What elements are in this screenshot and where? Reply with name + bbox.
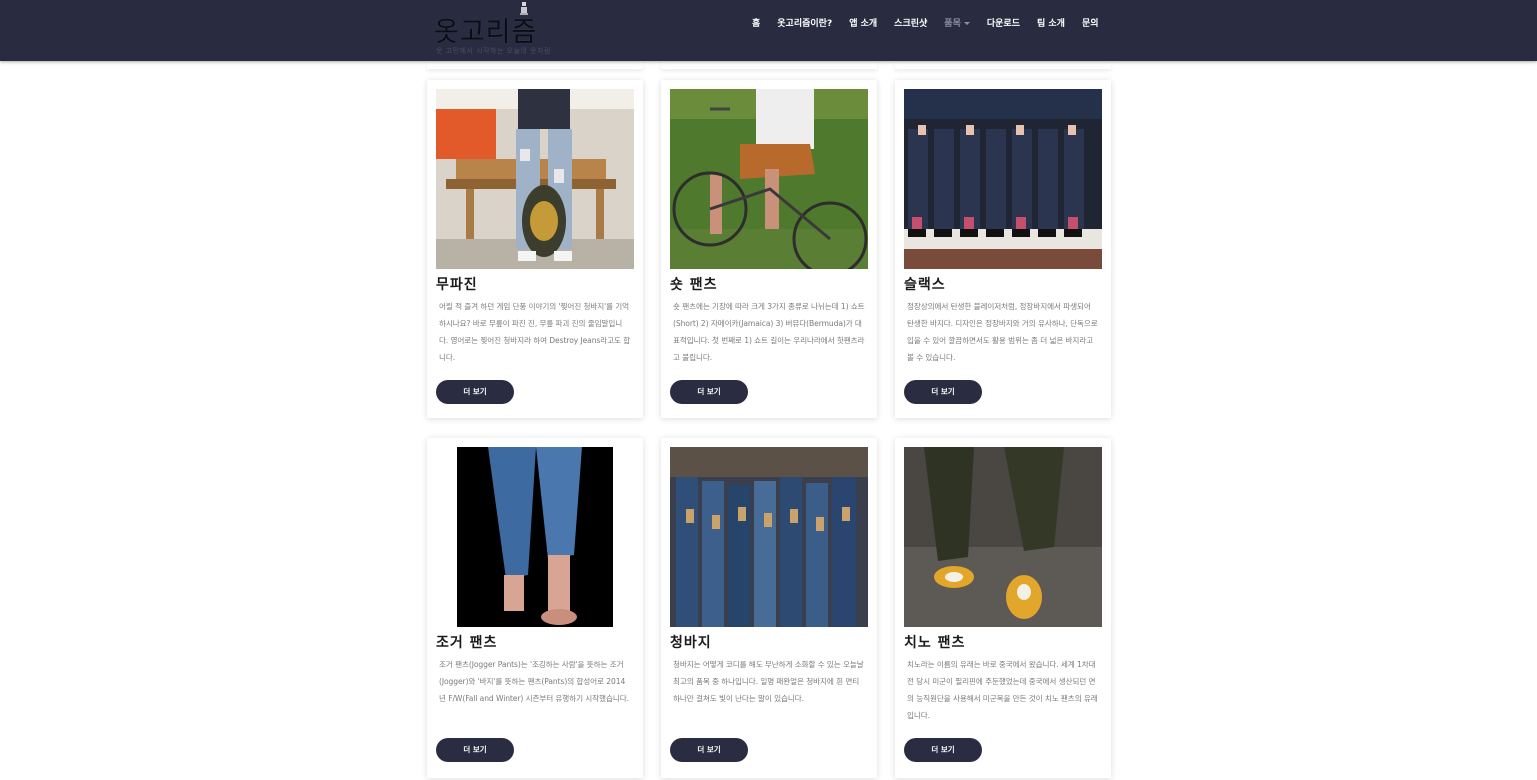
product-card: 조거 팬츠조거 팬츠(Jogger Pants)는 '조깅하는 사람'을 뜻하는… <box>427 438 643 778</box>
product-title: 슬랙스 <box>904 277 946 293</box>
top-navbar: 옷고리즘 옷 고민에서 시작하는 오늘의 옷차림 홈 옷고리즘이란? 앱 소개 스크린… <box>0 0 1537 61</box>
nav-item-label: 옷고리즘이란? <box>777 19 833 29</box>
nav-item[interactable]: 문의 <box>1082 18 1099 30</box>
product-card: 숏 팬츠숏 팬츠에는 기장에 따라 크게 3가지 종류로 나뉘는데 1) 쇼트(… <box>661 80 877 418</box>
product-image <box>436 447 634 627</box>
product-card: 무파진어릴 적 즐겨 하던 게임 단풍 이야기의 '찢어진 청바지'를 기억하시… <box>427 80 643 418</box>
nav-item[interactable]: 품목 <box>944 18 970 30</box>
more-button[interactable]: 더 보기 <box>436 380 514 404</box>
logo-subtitle: 옷 고민에서 시작하는 오늘의 옷차림 <box>436 47 551 55</box>
product-title: 조거 팬츠 <box>436 635 498 651</box>
nav-item[interactable]: 앱 소개 <box>849 18 877 30</box>
product-description: 숏 팬츠에는 기장에 따라 크게 3가지 종류로 나뉘는데 1) 쇼트(Shor… <box>673 302 865 362</box>
product-image <box>670 447 868 627</box>
nav-item-label: 품목 <box>944 19 961 29</box>
nav-item[interactable]: 스크린샷 <box>894 18 927 30</box>
product-title: 숏 팬츠 <box>670 277 718 293</box>
nav-item-label: 홈 <box>752 19 761 29</box>
product-description: 조거 팬츠(Jogger Pants)는 '조깅하는 사람'을 뜻하는 조거(J… <box>439 660 629 703</box>
product-title: 청바지 <box>670 635 712 651</box>
nav-item[interactable]: 옷고리즘이란? <box>777 18 832 30</box>
product-image <box>436 89 634 269</box>
product-description: 정장상의에서 탄생한 블레이저처럼, 정장바지에서 파생되어 탄생한 바지다. … <box>907 302 1098 362</box>
nav-item-label: 다운로드 <box>986 19 1020 29</box>
more-button[interactable]: 더 보기 <box>904 738 982 762</box>
nav-item-label: 문의 <box>1081 19 1099 29</box>
logo-title: 옷고리즘 <box>434 17 538 48</box>
main-nav: 홈 옷고리즘이란? 앱 소개 스크린샷 품목 다운로드 팀 소개 문의 <box>752 18 1116 30</box>
nav-item[interactable]: 홈 <box>752 18 760 30</box>
product-description: 어릴 적 즐겨 하던 게임 단풍 이야기의 '찢어진 청바지'를 기억하시나요?… <box>439 302 631 362</box>
product-description: 청바지는 어떻게 코디를 해도 무난하게 소화할 수 있는 오늘날 최고의 품목… <box>673 660 864 703</box>
product-card: 청바지청바지는 어떻게 코디를 해도 무난하게 소화할 수 있는 오늘날 최고의… <box>661 438 877 778</box>
nav-item-label: 스크린샷 <box>894 19 928 29</box>
product-title: 치노 팬츠 <box>904 635 966 651</box>
nav-item-label: 팀 소개 <box>1036 19 1065 29</box>
product-image <box>904 89 1102 269</box>
product-image <box>670 89 868 269</box>
product-card: 슬랙스정장상의에서 탄생한 블레이저처럼, 정장바지에서 파생되어 탄생한 바지… <box>895 80 1111 418</box>
product-description: 치노라는 이름의 유래는 바로 중국에서 왔습니다. 세계 1차대전 당시 미군… <box>907 660 1098 720</box>
previous-card-edge <box>895 61 1111 69</box>
nav-item[interactable]: 팀 소개 <box>1037 18 1065 30</box>
more-button[interactable]: 더 보기 <box>436 738 514 762</box>
more-button[interactable]: 더 보기 <box>670 380 748 404</box>
nav-item-label: 앱 소개 <box>849 19 878 29</box>
nav-item[interactable]: 다운로드 <box>987 18 1020 30</box>
previous-card-edge <box>427 61 643 69</box>
product-title: 무파진 <box>436 277 478 293</box>
previous-card-edge <box>661 61 877 69</box>
product-image <box>904 447 1102 627</box>
caret-down-icon <box>963 22 970 25</box>
product-card: 치노 팬츠치노라는 이름의 유래는 바로 중국에서 왔습니다. 세계 1차대전 … <box>895 438 1111 778</box>
more-button[interactable]: 더 보기 <box>904 380 982 404</box>
more-button[interactable]: 더 보기 <box>670 738 748 762</box>
brand-logo[interactable]: 옷고리즘 옷 고민에서 시작하는 오늘의 옷차림 <box>432 2 551 58</box>
